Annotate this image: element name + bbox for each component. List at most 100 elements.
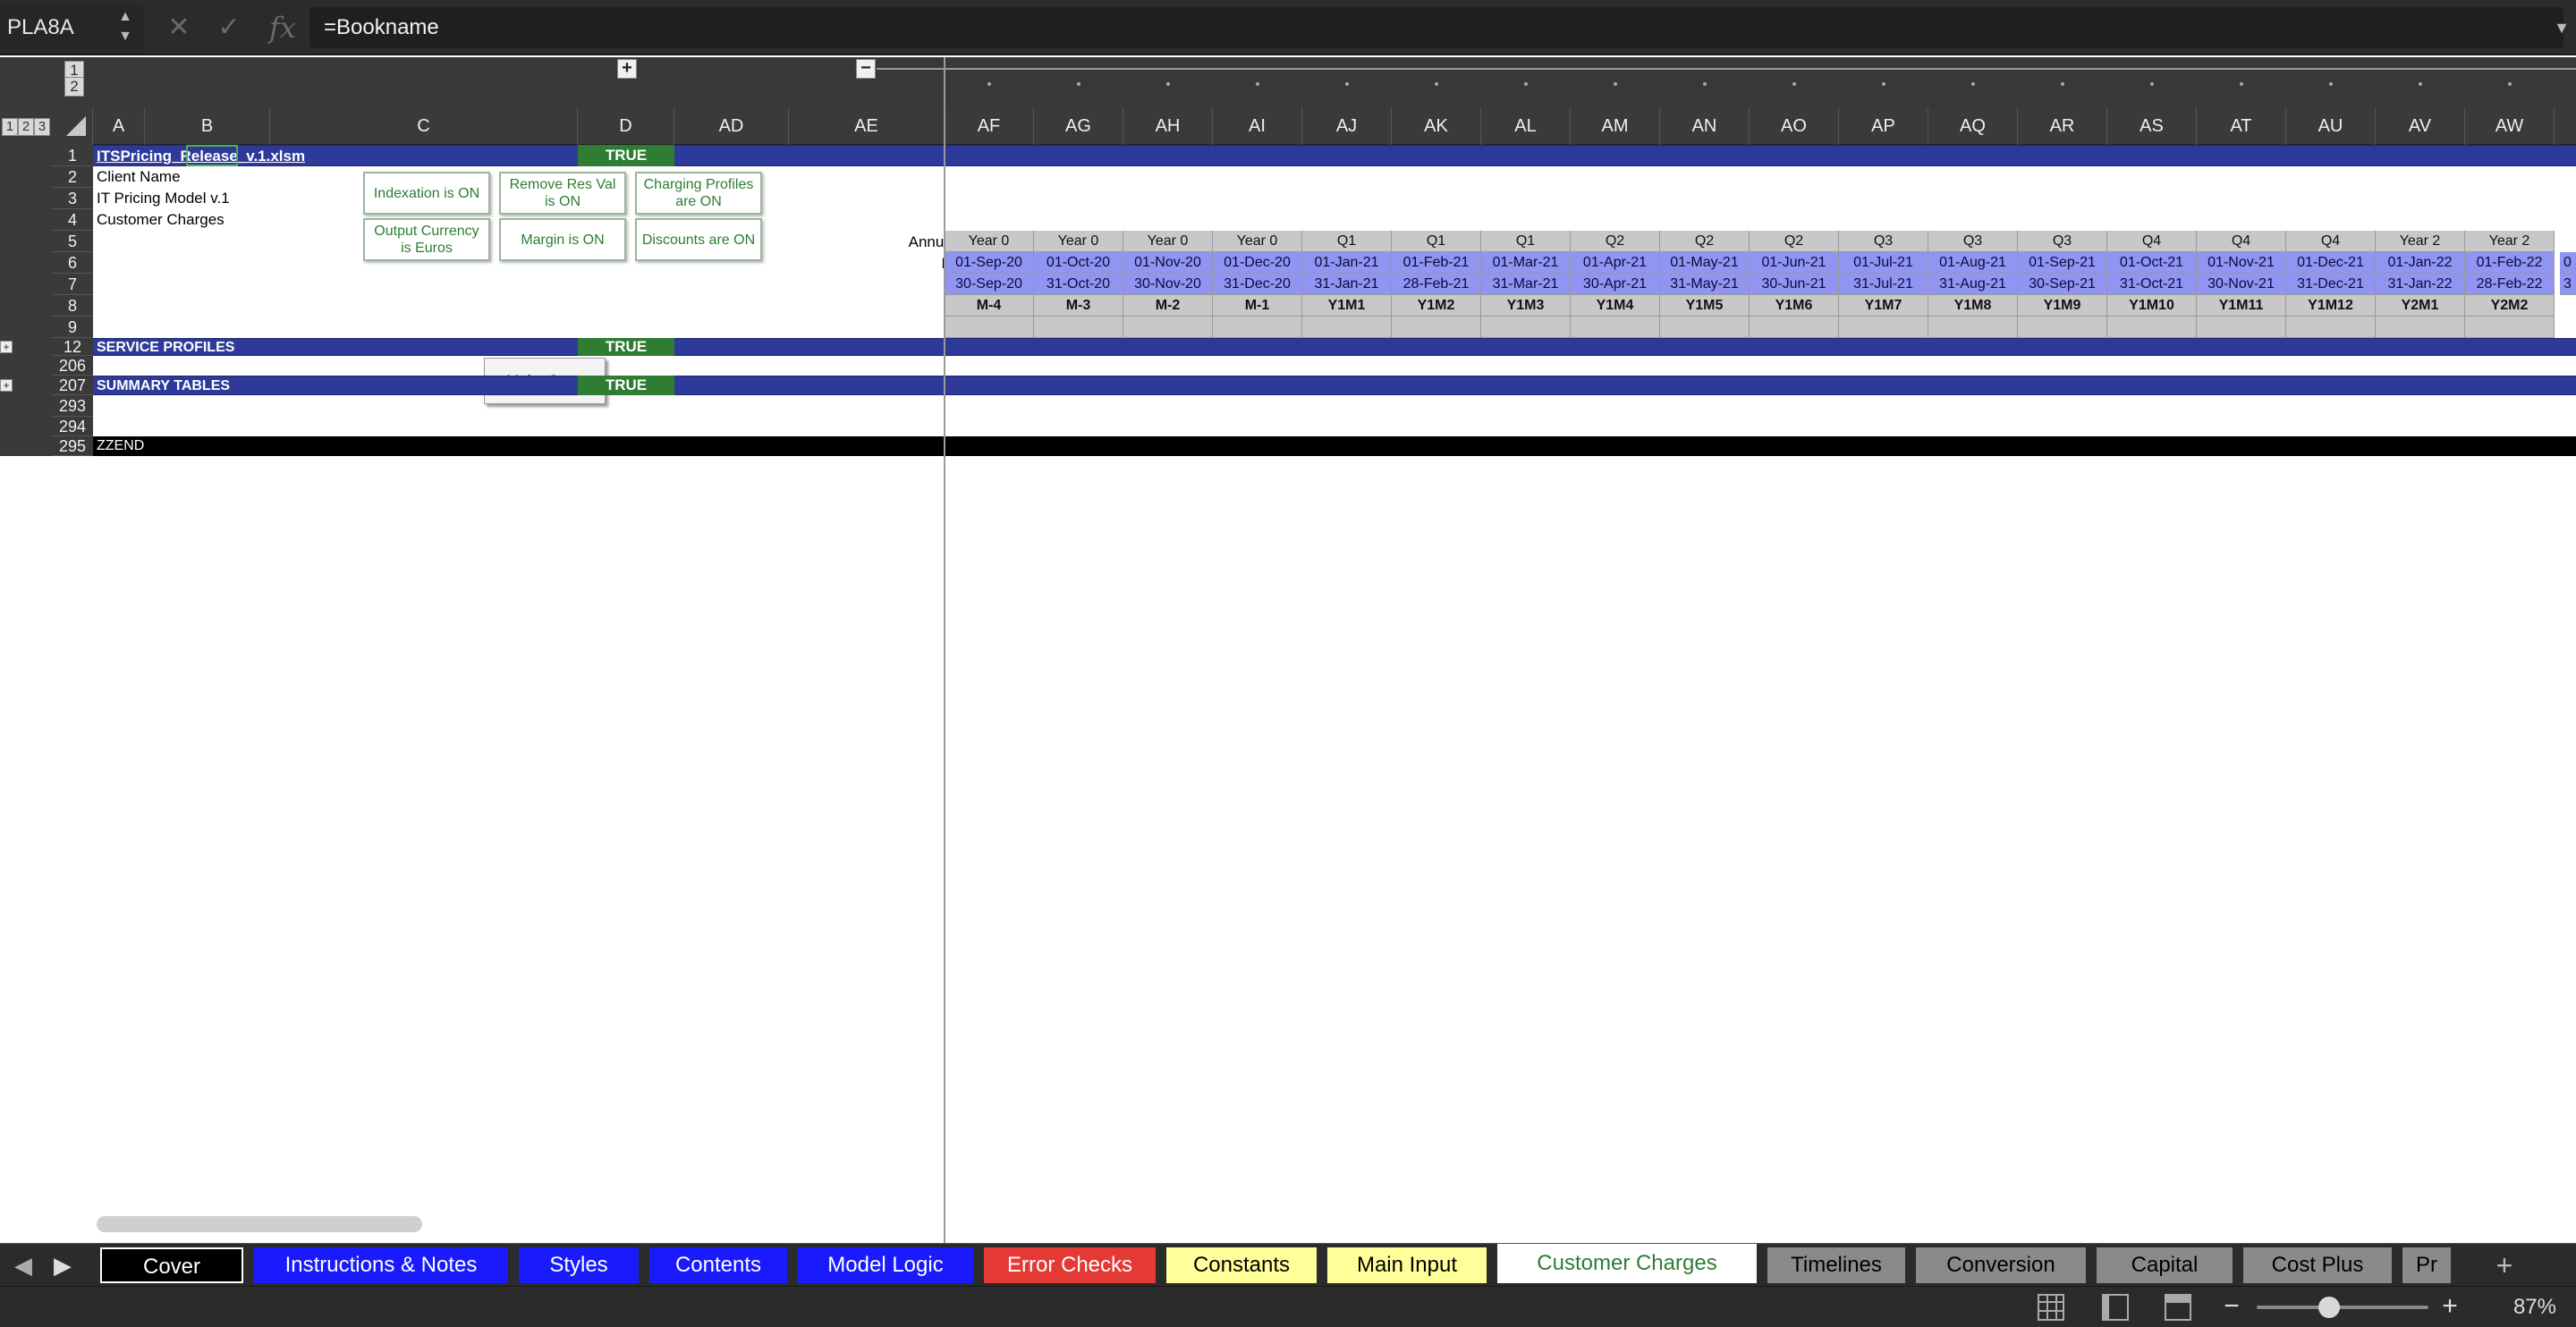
period-from-cell[interactable]: 01-Oct-21 <box>2107 252 2197 274</box>
next-sheet-icon[interactable]: ▶ <box>45 1244 80 1287</box>
annual-summary-cell[interactable]: Q4 <box>2107 231 2197 252</box>
cancel-formula-icon[interactable]: ✕ <box>161 7 197 48</box>
period-to-cell[interactable]: 30-Sep-21 <box>2018 274 2107 295</box>
column-header-AP[interactable]: AP <box>1839 107 1928 145</box>
zoom-slider-track[interactable] <box>2257 1306 2428 1309</box>
marker-cell[interactable] <box>1123 317 1213 338</box>
timeline-period-cell[interactable]: Y1M4 <box>1571 295 1660 317</box>
period-from-cell[interactable]: 01-Aug-21 <box>1928 252 2018 274</box>
annual-summary-cell[interactable]: Q2 <box>1660 231 1750 252</box>
sheet-tab-partial[interactable]: Pr <box>2402 1247 2451 1283</box>
annual-summary-cell[interactable]: Q2 <box>1571 231 1660 252</box>
timeline-period-cell[interactable]: M-3 <box>1034 295 1123 317</box>
period-from-cell[interactable]: 01-Jan-22 <box>2376 252 2465 274</box>
expand-rows-icon[interactable]: + <box>0 341 13 353</box>
column-header-AK[interactable]: AK <box>1392 107 1481 145</box>
period-to-cell[interactable]: 28-Feb-21 <box>1392 274 1481 295</box>
zoom-in-button[interactable]: + <box>2436 1290 2463 1324</box>
enter-formula-icon[interactable]: ✓ <box>211 7 247 48</box>
row-header-8[interactable]: 8 <box>52 295 93 317</box>
row-header-293[interactable]: 293 <box>52 395 93 417</box>
expand-group-icon[interactable]: + <box>617 59 637 79</box>
column-header-B[interactable]: B <box>145 107 270 145</box>
formula-input[interactable]: =Bookname <box>309 7 2563 48</box>
sheet-tab-conversion[interactable]: Conversion <box>1916 1247 2086 1283</box>
period-from-cell[interactable]: 01-Dec-20 <box>1213 252 1302 274</box>
summary-tables-true-cell[interactable]: TRUE <box>578 376 674 395</box>
marker-cell[interactable] <box>1750 317 1839 338</box>
normal-view-icon[interactable] <box>2038 1294 2064 1321</box>
marker-cell[interactable] <box>1481 317 1571 338</box>
sheet-tab-styles[interactable]: Styles <box>519 1247 639 1283</box>
column-header-AM[interactable]: AM <box>1571 107 1660 145</box>
sheet-tab-contents[interactable]: Contents <box>649 1247 787 1283</box>
row-outline-level-2-button[interactable]: 2 <box>18 118 34 136</box>
sheet-tab-capital[interactable]: Capital <box>2097 1247 2233 1283</box>
timeline-period-cell[interactable]: Y1M1 <box>1302 295 1392 317</box>
row-header-6[interactable]: 6 <box>52 252 93 274</box>
cell-grid[interactable]: ITSPricing_Release_v.1.xlsm TRUE Client … <box>93 145 2576 1243</box>
annual-summary-cell[interactable]: Year 2 <box>2465 231 2555 252</box>
period-to-cell[interactable]: 31-Jan-21 <box>1302 274 1392 295</box>
timeline-period-cell[interactable]: M-1 <box>1213 295 1302 317</box>
timeline-period-cell[interactable]: Y2M2 <box>2465 295 2555 317</box>
sheet-tab-timelines[interactable]: Timelines <box>1767 1247 1905 1283</box>
annual-summary-cell[interactable]: Q2 <box>1750 231 1839 252</box>
discounts-toggle-button[interactable]: Discounts are ON <box>635 218 762 261</box>
period-from-cell[interactable]: 01-Jun-21 <box>1750 252 1839 274</box>
marker-cell[interactable] <box>1839 317 1928 338</box>
sheet-tab-cover[interactable]: Cover <box>100 1247 243 1283</box>
row-header-5[interactable]: 5 <box>52 231 93 252</box>
row-header-294[interactable]: 294 <box>52 417 93 436</box>
annual-summary-cell[interactable]: Year 0 <box>1213 231 1302 252</box>
marker-cell[interactable] <box>1392 317 1481 338</box>
row-header-207[interactable]: 207 <box>52 376 93 395</box>
period-to-cell[interactable]: 30-Sep-20 <box>945 274 1034 295</box>
collapse-group-icon[interactable]: − <box>856 59 876 79</box>
period-to-cell[interactable]: 30-Nov-21 <box>2197 274 2286 295</box>
previous-sheet-icon[interactable]: ◀ <box>5 1244 41 1287</box>
expand-rows-icon[interactable]: + <box>0 379 13 392</box>
annual-summary-cell[interactable]: Year 2 <box>2376 231 2465 252</box>
timeline-period-cell[interactable]: Y2M1 <box>2376 295 2465 317</box>
zoom-out-button[interactable]: − <box>2218 1290 2245 1324</box>
timeline-period-cell[interactable]: Y1M7 <box>1839 295 1928 317</box>
annual-summary-cell[interactable]: Q1 <box>1392 231 1481 252</box>
period-to-cell[interactable]: 31-Jul-21 <box>1839 274 1928 295</box>
name-box-stepper-icon[interactable]: ▲ ▼ <box>114 7 136 48</box>
timeline-period-cell[interactable]: M-4 <box>945 295 1034 317</box>
model-name-label[interactable]: IT Pricing Model v.1 <box>97 190 230 207</box>
annual-summary-cell[interactable]: Year 0 <box>1123 231 1213 252</box>
sheet-tab-instructions[interactable]: Instructions & Notes <box>254 1247 508 1283</box>
timeline-period-cell[interactable]: Y1M2 <box>1392 295 1481 317</box>
service-profiles-heading[interactable]: SERVICE PROFILES <box>97 340 234 356</box>
row-outline-level-3-button[interactable]: 3 <box>34 118 50 136</box>
period-to-cell[interactable]: 31-May-21 <box>1660 274 1750 295</box>
timeline-period-cell[interactable]: Y1M6 <box>1750 295 1839 317</box>
column-header-AJ[interactable]: AJ <box>1302 107 1392 145</box>
summary-tables-heading[interactable]: SUMMARY TABLES <box>97 378 230 394</box>
column-header-AH[interactable]: AH <box>1123 107 1213 145</box>
period-from-cell[interactable]: 01-Oct-20 <box>1034 252 1123 274</box>
sheet-tab-model-logic[interactable]: Model Logic <box>798 1247 973 1283</box>
row-header-9[interactable]: 9 <box>52 317 93 338</box>
timeline-period-cell[interactable]: Y1M12 <box>2286 295 2376 317</box>
period-to-cell[interactable]: 31-Jan-22 <box>2376 274 2465 295</box>
annual-summary-cell[interactable]: Q3 <box>2018 231 2107 252</box>
column-header-AF[interactable]: AF <box>945 107 1034 145</box>
marker-cell[interactable] <box>2107 317 2197 338</box>
charging-profiles-toggle-button[interactable]: Charging Profiles are ON <box>635 172 762 215</box>
column-header-AR[interactable]: AR <box>2018 107 2107 145</box>
zoom-slider-handle[interactable] <box>2318 1297 2340 1318</box>
annual-summary-cell[interactable]: Q4 <box>2197 231 2286 252</box>
marker-cell[interactable] <box>945 317 1034 338</box>
annual-summary-cell[interactable]: Q1 <box>1302 231 1392 252</box>
period-from-cell[interactable]: 01-May-21 <box>1660 252 1750 274</box>
marker-cell[interactable] <box>1571 317 1660 338</box>
period-from-cell[interactable]: 01-Nov-20 <box>1123 252 1213 274</box>
row-header-7[interactable]: 7 <box>52 274 93 295</box>
annual-summary-cell[interactable]: Q4 <box>2286 231 2376 252</box>
marker-cell[interactable] <box>1660 317 1750 338</box>
column-header-AG[interactable]: AG <box>1034 107 1123 145</box>
period-from-cell[interactable]: 01-Feb-21 <box>1392 252 1481 274</box>
